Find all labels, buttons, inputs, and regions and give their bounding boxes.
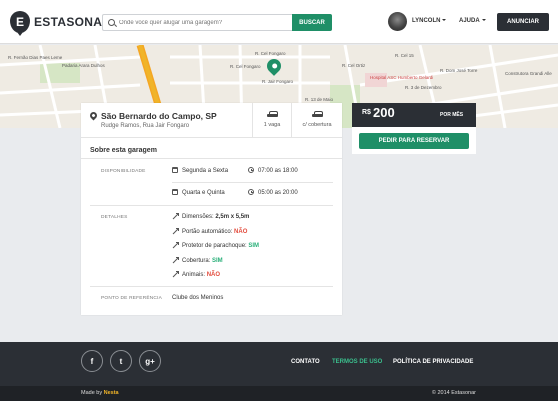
- help-menu-label: AJUDA: [459, 18, 480, 24]
- clock-icon: [248, 189, 254, 195]
- help-menu[interactable]: AJUDA: [459, 18, 486, 24]
- expand-arrows-icon: [172, 271, 179, 278]
- detail-value: NÃO: [234, 229, 248, 235]
- map-street-label: R. Dom José Torre: [440, 68, 478, 73]
- detail-value: SIM: [212, 258, 223, 264]
- map-street-label: R. Cel Ortiz: [342, 63, 366, 68]
- garage-detail-card: São Bernardo do Campo, SP Rudge Ramos, R…: [81, 103, 342, 315]
- feature-covered: c/ cobertura: [291, 103, 342, 138]
- map-street-label: R. Fernão Dias Paes Leme: [8, 55, 63, 60]
- logo-badge-icon: E: [10, 11, 30, 36]
- location-pin-icon: [88, 110, 99, 121]
- map-place-label: Padaria Arara Dulhos: [62, 63, 105, 68]
- detail-value: NÃO: [206, 272, 221, 278]
- map-street-label: R. 13 de Maio: [305, 97, 334, 102]
- divider: [172, 182, 333, 183]
- reference-value: Clube dos Meninos: [172, 295, 224, 301]
- logo-text: ESTASONAR: [34, 15, 111, 29]
- map-street-label: R. Cel 15: [395, 53, 414, 58]
- feature-spots-label: 1 vaga: [263, 122, 281, 128]
- footer: f t g+ CONTATO TERMOS DE USO POLÍTICA DE…: [0, 342, 558, 386]
- expand-arrows-icon: [172, 242, 179, 249]
- detail-item: Animais: NÃO: [182, 272, 220, 278]
- feature-covered-label: c/ cobertura: [302, 122, 332, 128]
- price-card: R$ 200 POR MÊS: [352, 103, 476, 127]
- map-place-label: Construtora Grandi Alle: [505, 71, 552, 76]
- detail-item: Dimensões: 2,5m x 5,5m: [182, 214, 249, 220]
- bottom-bar: Made by Nesta © 2014 Estasonar: [0, 386, 558, 401]
- detail-value: SIM: [248, 243, 260, 249]
- footer-link-terms[interactable]: TERMOS DE USO: [332, 359, 382, 365]
- availability-days: Quarta e Quinta: [182, 190, 225, 196]
- clock-icon: [248, 167, 254, 173]
- car-covered-icon: [311, 111, 323, 118]
- detail-key: Cobertura:: [182, 258, 213, 264]
- details-label: DETALHES: [101, 215, 128, 220]
- detail-key: Protetor de parachoque:: [182, 243, 249, 249]
- top-header: E ESTASONAR BUSCAR LYNCOLN AJUDA ANUNCIA…: [0, 0, 558, 44]
- map-street-label: R. Cel Fongaro: [255, 51, 286, 56]
- google-plus-icon[interactable]: g+: [139, 350, 161, 372]
- feature-spots: 1 vaga: [252, 103, 291, 138]
- made-by-brand-link[interactable]: Nesta: [104, 390, 119, 396]
- availability-label: DISPONIBILIDADE: [101, 169, 146, 174]
- detail-item: Portão automático: NÃO: [182, 229, 247, 235]
- facebook-icon[interactable]: f: [81, 350, 103, 372]
- search-input[interactable]: [119, 15, 289, 30]
- detail-item: Protetor de parachoque: SIM: [182, 243, 259, 249]
- detail-key: Portão automático:: [182, 229, 235, 235]
- detail-key: Animais:: [182, 272, 207, 278]
- expand-arrows-icon: [172, 257, 179, 264]
- price-amount: 200: [373, 105, 395, 120]
- map-street-label: R. Jair Fongaro: [262, 79, 294, 84]
- divider: [81, 158, 342, 159]
- map-street-label: R. Cel Fongaro: [230, 64, 261, 69]
- divider: [90, 286, 333, 287]
- search-icon: [108, 19, 115, 26]
- search-bar: BUSCAR: [102, 14, 332, 31]
- twitter-icon[interactable]: t: [110, 350, 132, 372]
- divider: [90, 205, 333, 206]
- user-menu-label: LYNCOLN: [412, 18, 441, 24]
- made-by-text: Made by: [81, 390, 104, 396]
- user-menu[interactable]: LYNCOLN: [412, 18, 447, 24]
- car-icon: [266, 111, 278, 118]
- expand-arrows-icon: [172, 228, 179, 235]
- calendar-icon: [172, 167, 178, 173]
- price-currency: R$: [362, 109, 371, 116]
- expand-arrows-icon: [172, 213, 179, 220]
- calendar-icon: [172, 189, 178, 195]
- availability-hours: 05:00 as 20:00: [258, 190, 298, 196]
- avatar[interactable]: [388, 12, 407, 31]
- garage-street: Rudge Ramos, Rua Jair Fongaro: [101, 123, 190, 129]
- chevron-down-icon: [481, 19, 486, 22]
- footer-link-contact[interactable]: CONTATO: [291, 359, 320, 365]
- search-button[interactable]: BUSCAR: [292, 14, 332, 31]
- about-title: Sobre esta garagem: [90, 147, 157, 154]
- map-place-label: Hospital ASC Humberto Gelardi: [370, 75, 434, 80]
- reserve-button[interactable]: PEDIR PARA RESERVAR: [359, 133, 469, 149]
- reference-label: PONTO DE REFERÊNCIA: [101, 296, 163, 301]
- copyright: © 2014 Estasonar: [431, 390, 476, 396]
- detail-value: 2,5m x 5,5m: [215, 214, 250, 220]
- map-street-label: R. 3 de Dezembro: [405, 85, 442, 90]
- availability-hours: 07:00 as 18:00: [258, 168, 298, 174]
- logo[interactable]: E ESTASONAR: [10, 11, 111, 36]
- availability-days: Segunda a Sexta: [182, 168, 229, 174]
- detail-item: Cobertura: SIM: [182, 258, 223, 264]
- reserve-panel: PEDIR PARA RESERVAR: [352, 127, 476, 154]
- card-header: São Bernardo do Campo, SP Rudge Ramos, R…: [81, 103, 342, 138]
- announce-button[interactable]: ANUNCIAR: [497, 13, 549, 31]
- detail-key: Dimensões:: [182, 214, 216, 220]
- garage-city: São Bernardo do Campo, SP: [101, 111, 217, 121]
- made-by: Made by Nesta: [81, 390, 119, 396]
- price-period: POR MÊS: [440, 112, 464, 118]
- logo-text-part-1: ESTA: [34, 15, 67, 29]
- chevron-down-icon: [442, 19, 447, 22]
- footer-link-privacy[interactable]: POLÍTICA DE PRIVACIDADE: [393, 359, 473, 365]
